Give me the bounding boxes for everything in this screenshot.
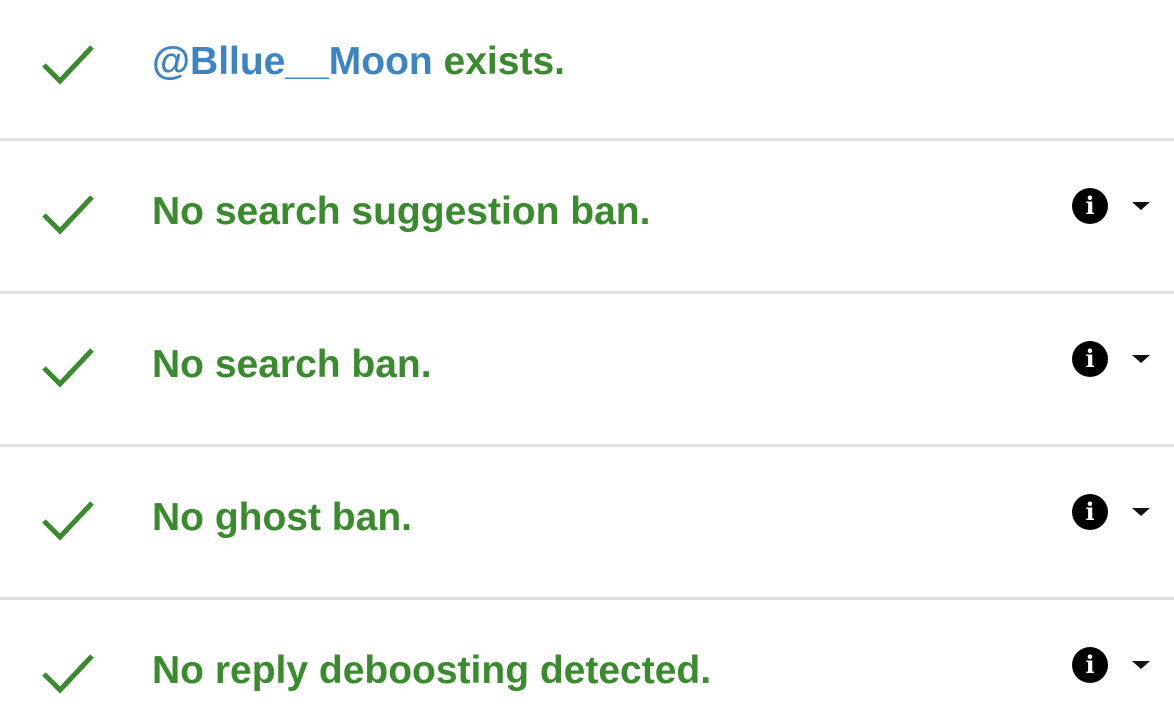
info-glyph: i [1085, 497, 1095, 526]
info-glyph: i [1085, 191, 1095, 220]
check-icon [42, 45, 94, 85]
result-row-search-ban[interactable]: No search ban. i [0, 294, 1174, 447]
result-text: No ghost ban. [152, 496, 412, 539]
result-text: No search ban. [152, 343, 432, 386]
info-icon[interactable]: i [1072, 341, 1108, 377]
check-icon [42, 348, 94, 388]
exists-label: exists. [432, 40, 565, 83]
caret-down-icon[interactable] [1132, 202, 1150, 210]
check-icon [42, 654, 94, 694]
info-glyph: i [1085, 344, 1095, 373]
check-icon [42, 501, 94, 541]
result-row-ghost-ban[interactable]: No ghost ban. i [0, 447, 1174, 600]
result-text: No reply deboosting detected. [152, 649, 712, 692]
result-row-search-suggestion-ban[interactable]: No search suggestion ban. i [0, 141, 1174, 294]
caret-down-icon[interactable] [1132, 661, 1150, 669]
ban-check-results: @Bllue__Moon exists. No search suggestio… [0, 0, 1174, 711]
info-icon[interactable]: i [1072, 188, 1108, 224]
info-icon[interactable]: i [1072, 647, 1108, 683]
info-icon[interactable]: i [1072, 494, 1108, 530]
result-text: No search suggestion ban. [152, 190, 651, 233]
caret-down-icon[interactable] [1132, 508, 1150, 516]
check-icon [42, 195, 94, 235]
result-row-exists: @Bllue__Moon exists. [0, 0, 1174, 141]
username-handle: @Bllue__Moon [152, 40, 433, 83]
info-glyph: i [1085, 650, 1095, 679]
result-row-reply-deboosting[interactable]: No reply deboosting detected. i [0, 600, 1174, 711]
result-text: @Bllue__Moon exists. [152, 38, 565, 86]
caret-down-icon[interactable] [1132, 355, 1150, 363]
